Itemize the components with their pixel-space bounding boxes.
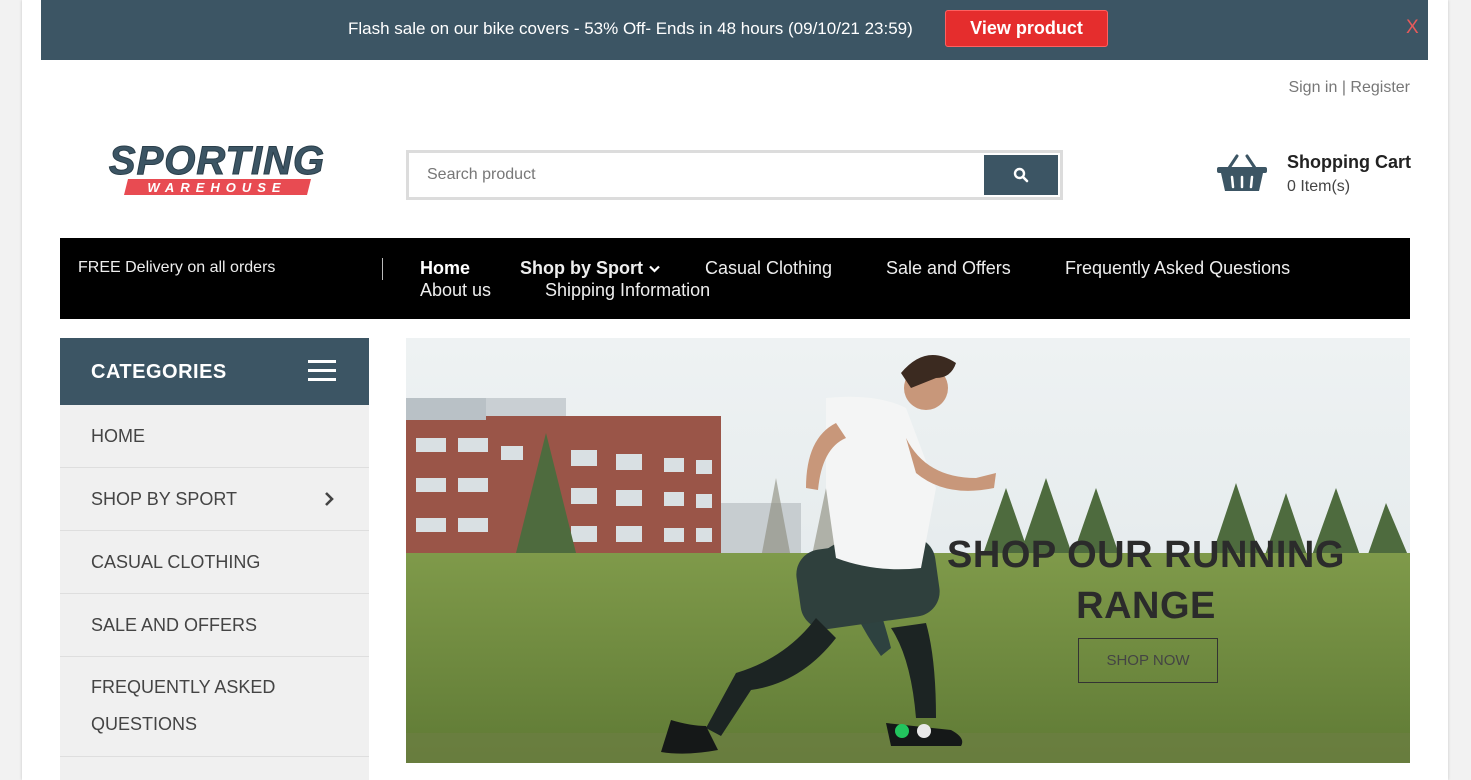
category-item-label: SALE AND OFFERS bbox=[91, 615, 258, 635]
search-icon bbox=[1013, 167, 1029, 183]
nav-item-sale-and-offers[interactable]: Sale and Offers bbox=[886, 258, 1011, 279]
close-promo-button[interactable]: X bbox=[1406, 17, 1419, 39]
categories-title: CATEGORIES bbox=[91, 361, 227, 383]
nav-item-casual-clothing[interactable]: Casual Clothing bbox=[705, 258, 832, 279]
hero-title: SHOP OUR RUNNING RANGE bbox=[947, 534, 1345, 627]
promo-bar: Flash sale on our bike covers - 53% Off-… bbox=[41, 0, 1428, 60]
hamburger-menu-icon[interactable] bbox=[308, 360, 336, 387]
search-bar bbox=[406, 150, 1063, 200]
category-item-label: HOME bbox=[91, 426, 145, 446]
category-item-label: FREQUENTLY ASKED QUESTIONS bbox=[91, 677, 276, 734]
nav-item-home[interactable]: Home bbox=[420, 258, 470, 279]
nav-item-faq[interactable]: Frequently Asked Questions bbox=[1065, 258, 1290, 279]
basket-icon[interactable] bbox=[1215, 154, 1269, 194]
shop-now-button[interactable]: SHOP NOW bbox=[1078, 638, 1218, 683]
shopping-cart-title[interactable]: Shopping Cart bbox=[1287, 152, 1411, 173]
free-delivery-text: FREE Delivery on all orders bbox=[78, 259, 276, 276]
logo-wordmark: SPORTING bbox=[109, 139, 325, 183]
hero-banner: SHOP OUR RUNNING RANGE SHOP NOW bbox=[406, 338, 1410, 763]
account-separator: | bbox=[1341, 79, 1346, 96]
categories-header: CATEGORIES bbox=[60, 338, 369, 405]
cart-item-count: 0 Item(s) bbox=[1287, 178, 1351, 195]
promo-text: Flash sale on our bike covers - 53% Off-… bbox=[348, 19, 913, 38]
carousel-dot-2[interactable] bbox=[917, 724, 931, 738]
category-item-casual-clothing[interactable]: CASUAL CLOTHING bbox=[60, 531, 369, 594]
sporting-warehouse-logo[interactable]: SPORTING WAREHOUSE bbox=[92, 138, 342, 200]
page: Flash sale on our bike covers - 53% Off-… bbox=[22, 0, 1448, 780]
category-item-label: SHOP BY SPORT bbox=[91, 489, 238, 509]
view-product-button[interactable]: View product bbox=[945, 10, 1108, 47]
nav-item-shipping-information[interactable]: Shipping Information bbox=[545, 280, 710, 301]
carousel-dot-1[interactable] bbox=[895, 724, 909, 738]
chevron-right-icon bbox=[325, 492, 334, 506]
chevron-down-icon bbox=[649, 265, 660, 273]
main-navigation: FREE Delivery on all orders Home Shop by… bbox=[60, 238, 1410, 319]
search-button[interactable] bbox=[984, 155, 1058, 195]
search-input[interactable] bbox=[409, 153, 981, 197]
category-item-sale-and-offers[interactable]: SALE AND OFFERS bbox=[60, 594, 369, 657]
account-links: Sign in | Register bbox=[1288, 79, 1410, 97]
logo-subtitle: WAREHOUSE bbox=[147, 180, 286, 195]
category-item-faq[interactable]: FREQUENTLY ASKED QUESTIONS bbox=[60, 657, 369, 757]
category-item-home[interactable]: HOME bbox=[60, 405, 369, 468]
nav-divider bbox=[382, 258, 383, 280]
nav-item-shop-by-sport-label: Shop by Sport bbox=[520, 258, 643, 278]
category-item-shop-by-sport[interactable]: SHOP BY SPORT bbox=[60, 468, 369, 531]
sign-in-link[interactable]: Sign in bbox=[1288, 79, 1337, 96]
register-link[interactable]: Register bbox=[1350, 79, 1410, 96]
nav-item-about-us[interactable]: About us bbox=[420, 280, 491, 301]
category-item-label: CASUAL CLOTHING bbox=[91, 552, 261, 572]
nav-item-shop-by-sport[interactable]: Shop by Sport bbox=[520, 258, 660, 279]
categories-sidebar: CATEGORIES HOME SHOP BY SPORT CASUAL CLO… bbox=[60, 338, 369, 780]
